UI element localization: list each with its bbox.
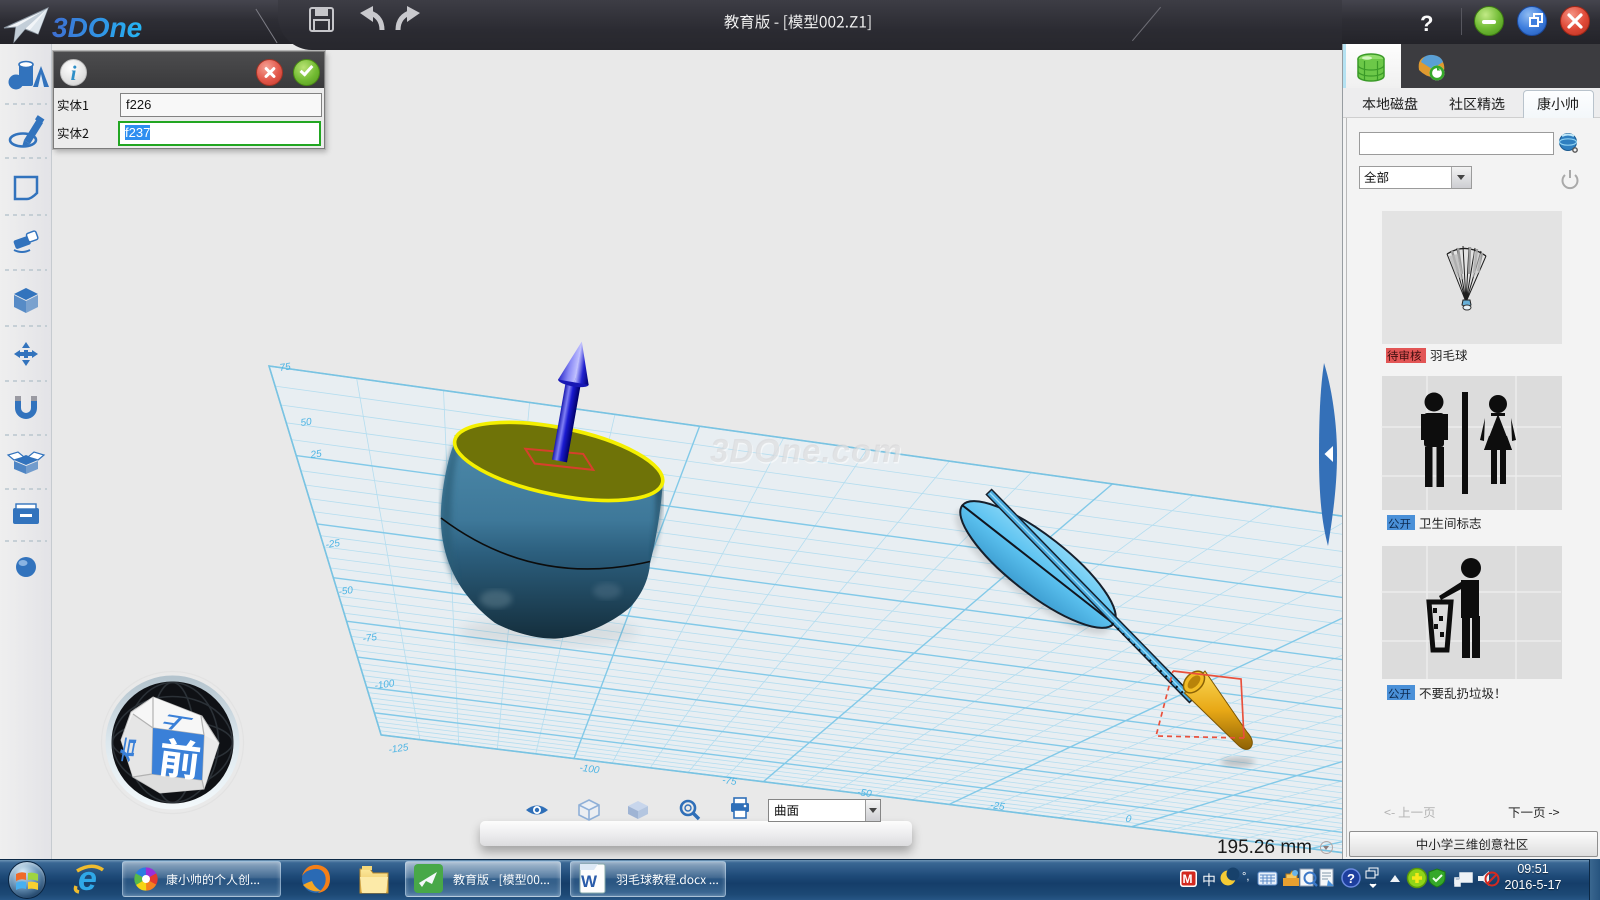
svg-text:75: 75 [279,361,292,374]
svg-text:-25: -25 [989,800,1005,813]
svg-text:3DOne.com: 3DOne.com [710,432,902,469]
svg-text:-75: -75 [362,632,378,645]
svg-text:25: 25 [309,448,323,461]
svg-text:50: 50 [300,416,313,429]
svg-text:-125: -125 [388,742,410,756]
svg-text:-25: -25 [325,538,341,551]
svg-text:-75: -75 [721,775,737,788]
svg-text:-100: -100 [579,763,601,777]
svg-text:-50: -50 [338,585,354,598]
